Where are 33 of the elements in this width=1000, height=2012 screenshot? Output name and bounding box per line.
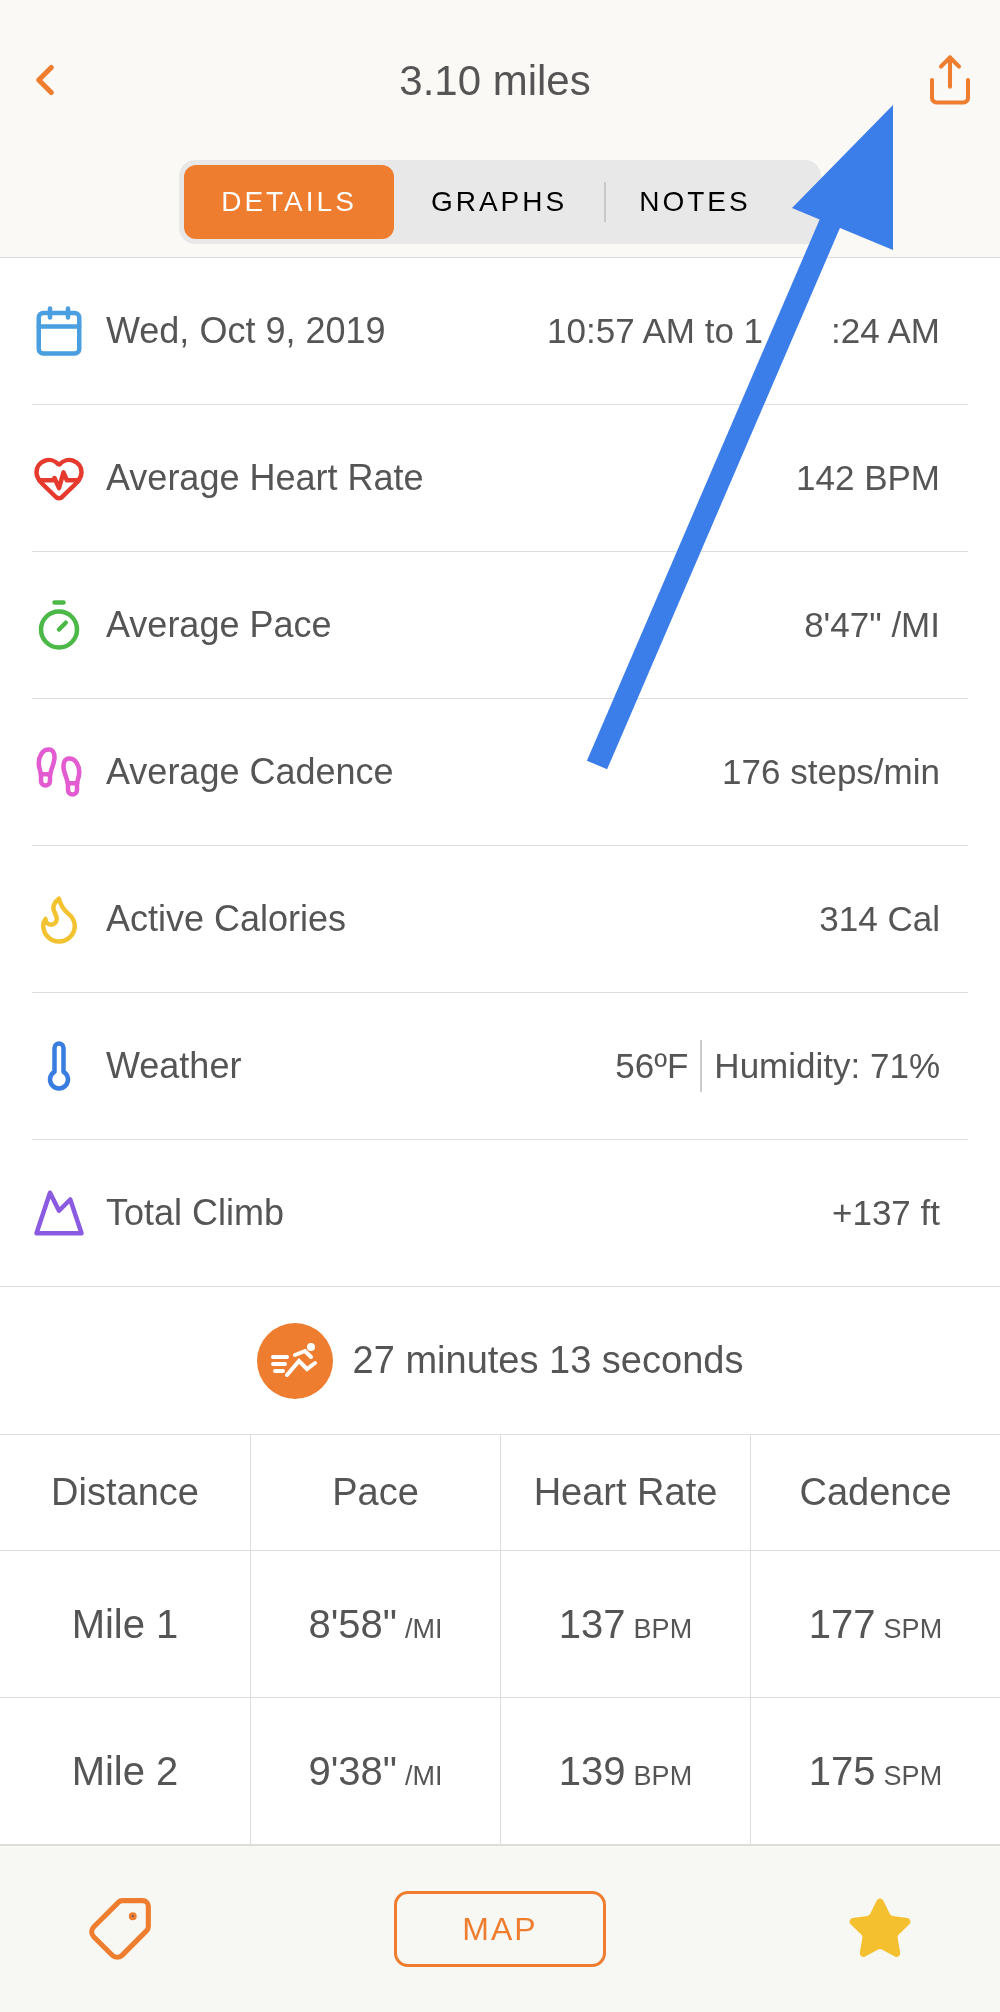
detail-value: 8'47" /MI [804,603,940,646]
detail-label: Average Pace [106,603,333,647]
table-cell-text: Mile 2 [71,1748,179,1795]
tab[interactable]: NOTES [606,165,784,239]
detail-value: 142 BPM [796,456,940,499]
detail-value: 314 Cal [819,897,940,940]
table-cell-text: Mile 1 [71,1601,179,1648]
detail-label: Average Cadence [106,750,395,794]
detail-label: Total Climb [106,1191,286,1235]
table-cell-text: 139 BPM [558,1748,693,1795]
table-cell-text: 175 SPM [808,1748,943,1795]
table-cell-text: 8'58" /MI [308,1601,443,1648]
detail-value: 56ºF [615,1044,689,1087]
detail-label: Weather [106,1044,243,1088]
detail-value: 176 steps/min [722,750,940,793]
column-header: Distance [50,1470,200,1515]
table-cell-text: 137 BPM [558,1601,693,1648]
detail-label: Wed, Oct 9, 2019 [106,309,387,353]
column-header: Pace [250,1435,500,1550]
detail-value: Humidity: 71% [714,1044,940,1087]
detail-label: Active Calories [106,897,348,941]
detail-label: Average Heart Rate [106,456,425,500]
column-header: Cadence [750,1435,1000,1550]
table-cell-text: 177 SPM [808,1601,943,1648]
tab[interactable]: GRAPHS [394,165,604,239]
detail-value: :24 AM [831,309,940,352]
detail-value: +137 ft [832,1191,940,1234]
column-header: Heart Rate [500,1435,750,1550]
table-cell-text: 9'38" /MI [308,1748,443,1795]
detail-value: 10:57 AM to 1 [547,309,764,352]
duration-text: 27 minutes 13 seconds [352,1338,744,1383]
runner-icon [256,1322,333,1399]
nav-title: 3.10 miles [399,55,591,106]
